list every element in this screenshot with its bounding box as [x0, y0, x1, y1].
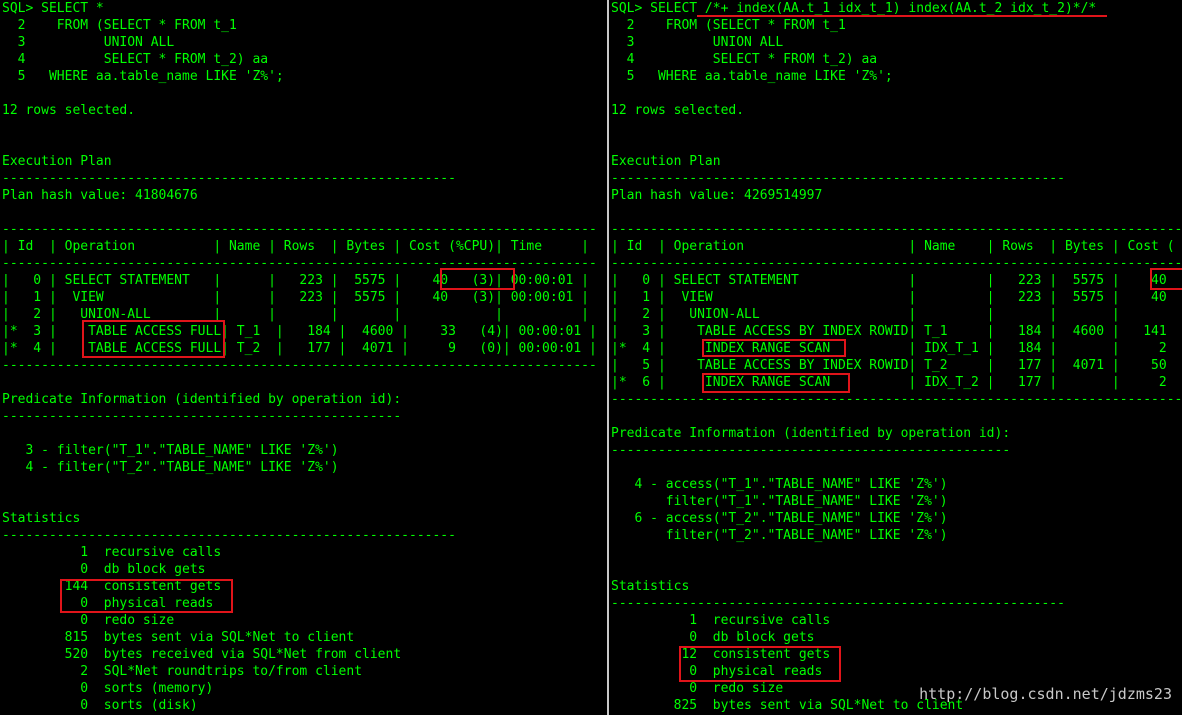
left-terminal-line: 0 sorts (disk) [2, 698, 198, 713]
full-scan-highlight-box [82, 320, 225, 358]
stats-highlight-box [60, 579, 233, 613]
right-terminal-line: 0 db block gets [611, 630, 815, 645]
left-terminal-line: Plan hash value: 41804676 [2, 188, 198, 203]
left-terminal-line: 4 SELECT * FROM t_2) aa [2, 52, 269, 67]
left-terminal-line: 1 recursive calls [2, 545, 222, 560]
stats-highlight-box [679, 646, 841, 682]
left-terminal-line: 3 - filter("T_1"."TABLE_NAME" LIKE 'Z%') [2, 443, 339, 458]
right-terminal-line: 825 bytes sent via SQL*Net to client [611, 698, 964, 713]
left-terminal-line: 5 WHERE aa.table_name LIKE 'Z%'; [2, 69, 284, 84]
right-terminal-line: 3 UNION ALL [611, 35, 784, 50]
right-terminal-line: 6 - access("T_2"."TABLE_NAME" LIKE 'Z%') [611, 511, 948, 526]
left-terminal-line: Statistics [2, 511, 81, 526]
index-scan-1-highlight-box [702, 339, 846, 357]
right-terminal-line: Predicate Information (identified by ope… [611, 426, 1011, 441]
left-terminal-line: ----------------------------------------… [2, 222, 597, 237]
left-terminal-line: | 1 | VIEW | | 223 | 5575 | 40 (3)| 00:0… [2, 290, 589, 305]
right-terminal-line: 12 rows selected. [611, 103, 745, 118]
right-terminal-pane[interactable]: SQL> SELECT /*+ index(AA.t_1 idx_t_1) in… [609, 0, 1182, 715]
left-terminal-line: 0 db block gets [2, 562, 206, 577]
right-terminal-line: Statistics [611, 579, 690, 594]
right-terminal-line: 1 recursive calls [611, 613, 831, 628]
right-terminal-line: | 1 | VIEW | | 223 | 5575 | 40 [611, 290, 1167, 305]
left-terminal-line: 12 rows selected. [2, 103, 136, 118]
left-terminal-line: 4 - filter("T_2"."TABLE_NAME" LIKE 'Z%') [2, 460, 339, 475]
left-terminal-line: 0 sorts (memory) [2, 681, 214, 696]
right-terminal-line: ----------------------------------------… [611, 392, 1182, 407]
left-terminal-line: Execution Plan [2, 154, 112, 169]
right-terminal-line: | 0 | SELECT STATEMENT | | 223 | 5575 | … [611, 273, 1167, 288]
left-terminal-pane[interactable]: SQL> SELECT * 2 FROM (SELECT * FROM t_1 … [0, 0, 607, 715]
index-scan-2-highlight-box [702, 373, 850, 393]
right-terminal-line: | Id | Operation | Name | Rows | Bytes |… [611, 239, 1175, 254]
left-terminal-line: Predicate Information (identified by ope… [2, 392, 402, 407]
left-terminal-line: ----------------------------------------… [2, 528, 456, 543]
left-terminal-line: 2 FROM (SELECT * FROM t_1 [2, 18, 237, 33]
left-terminal-line: ----------------------------------------… [2, 409, 402, 424]
right-terminal-line: |* 6 | INDEX RANGE SCAN | IDX_T_2 | 177 … [611, 375, 1167, 390]
right-terminal-line: filter("T_2"."TABLE_NAME" LIKE 'Z%') [611, 528, 948, 543]
right-terminal-line: ----------------------------------------… [611, 222, 1182, 237]
right-terminal-line: 4 SELECT * FROM t_2) aa [611, 52, 878, 67]
right-terminal-line: Execution Plan [611, 154, 721, 169]
right-terminal-line: | 5 | TABLE ACCESS BY INDEX ROWID| T_2 |… [611, 358, 1167, 373]
right-terminal-line: 2 FROM (SELECT * FROM t_1 [611, 18, 846, 33]
right-terminal-line: | 2 | UNION-ALL | | | | [611, 307, 1120, 322]
left-terminal-line: | Id | Operation | Name | Rows | Bytes |… [2, 239, 589, 254]
left-terminal-line: 0 redo size [2, 613, 175, 628]
cost-highlight-box [1150, 268, 1182, 290]
left-terminal-line: 3 UNION ALL [2, 35, 175, 50]
right-terminal-line: 5 WHERE aa.table_name LIKE 'Z%'; [611, 69, 893, 84]
cost-highlight-box [440, 268, 515, 290]
left-terminal-line: 520 bytes received via SQL*Net from clie… [2, 647, 402, 662]
right-terminal-line: ----------------------------------------… [611, 171, 1065, 186]
right-terminal-line: 4 - access("T_1"."TABLE_NAME" LIKE 'Z%') [611, 477, 948, 492]
right-terminal-line: | 3 | TABLE ACCESS BY INDEX ROWID| T_1 |… [611, 324, 1167, 339]
left-terminal-line: ----------------------------------------… [2, 171, 456, 186]
right-terminal-line: ----------------------------------------… [611, 256, 1182, 271]
hint-underline [697, 15, 1107, 17]
right-terminal-line: filter("T_1"."TABLE_NAME" LIKE 'Z%') [611, 494, 948, 509]
right-terminal-line: ----------------------------------------… [611, 443, 1011, 458]
left-terminal-line: 2 SQL*Net roundtrips to/from client [2, 664, 363, 679]
right-terminal-line: Plan hash value: 4269514997 [611, 188, 823, 203]
left-terminal-line: SQL> SELECT * [2, 1, 104, 16]
right-terminal-line: 0 redo size [611, 681, 784, 696]
left-terminal-line: ----------------------------------------… [2, 358, 597, 373]
left-terminal-line: 815 bytes sent via SQL*Net to client [2, 630, 355, 645]
right-terminal-line: |* 4 | INDEX RANGE SCAN | IDX_T_1 | 184 … [611, 341, 1167, 356]
right-terminal-line: ----------------------------------------… [611, 596, 1065, 611]
watermark-text: http://blog.csdn.net/jdzms23 [919, 685, 1172, 703]
